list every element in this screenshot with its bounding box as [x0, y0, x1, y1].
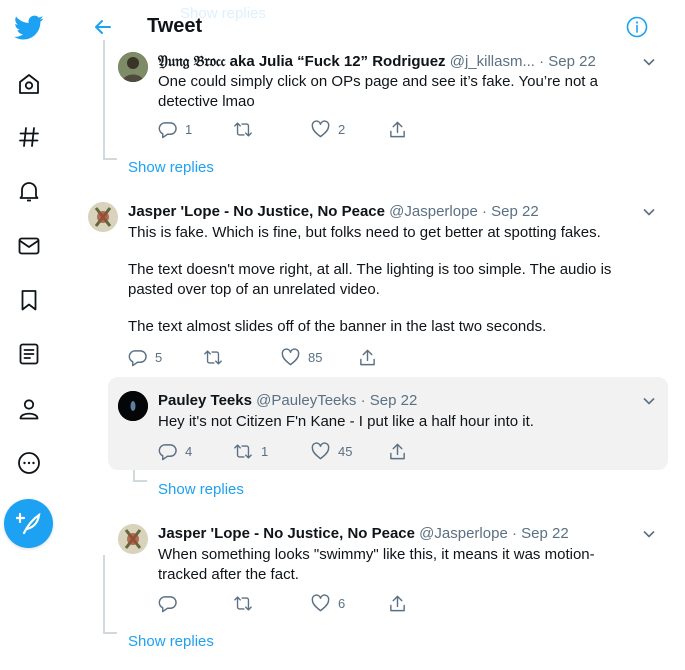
tweet-date[interactable]: · Sep 22 — [361, 392, 418, 409]
retweet-icon — [234, 595, 252, 611]
like-button[interactable]: 6 — [311, 593, 345, 613]
chevron-down-icon[interactable] — [641, 204, 657, 220]
thread-line — [133, 470, 135, 480]
show-replies-link[interactable]: Show replies — [158, 480, 244, 500]
share-button[interactable] — [388, 119, 415, 139]
heart-icon — [311, 119, 330, 137]
author-name[interactable]: Jasper 'Lope - No Justice, No Peace — [128, 203, 385, 220]
tweet[interactable]: Pauley Teeks @PauleyTeeks · Sep 22 Hey i… — [118, 391, 668, 467]
reply-icon — [128, 349, 147, 366]
show-replies-link[interactable]: Show replies — [128, 632, 214, 652]
show-replies-link[interactable]: Show replies — [128, 158, 214, 178]
like-button[interactable]: 2 — [311, 119, 345, 139]
thread-hook — [133, 480, 147, 482]
tweet-text: When something looks "swimmy" like this,… — [158, 546, 595, 583]
share-icon — [390, 443, 405, 459]
retweet-button[interactable] — [233, 593, 261, 613]
share-button[interactable] — [388, 593, 415, 613]
heart-icon — [281, 347, 300, 365]
thread-hook — [103, 158, 117, 160]
compose-tweet-button[interactable] — [4, 499, 53, 548]
share-icon — [360, 349, 375, 365]
more-icon[interactable] — [10, 444, 48, 482]
messages-envelope-icon[interactable] — [10, 227, 48, 265]
like-button[interactable]: 45 — [311, 441, 352, 461]
retweet-button[interactable]: 1 — [233, 441, 268, 461]
share-button[interactable] — [388, 441, 415, 461]
author-handle[interactable]: @j_killasm... — [450, 53, 535, 70]
retweet-button[interactable] — [203, 347, 231, 367]
tweet-date[interactable]: · Sep 22 — [512, 525, 569, 542]
author-handle[interactable]: @PauleyTeeks — [256, 392, 356, 409]
reply-button[interactable]: 1 — [158, 119, 192, 139]
twitter-logo-icon[interactable] — [10, 9, 48, 47]
page-title: Tweet — [147, 15, 203, 37]
tweet-text: This is fake. Which is fine, but folks n… — [128, 224, 612, 335]
retweet-icon — [204, 349, 222, 365]
tweet-text: One could simply click on OPs page and s… — [158, 73, 598, 110]
share-button[interactable] — [358, 347, 385, 367]
chevron-down-icon[interactable] — [641, 526, 657, 542]
reply-icon — [158, 443, 177, 460]
avatar[interactable] — [88, 202, 118, 232]
bookmarks-icon[interactable] — [10, 281, 48, 319]
tweet[interactable]: Jasper 'Lope - No Justice, No Peace @Jas… — [88, 202, 668, 374]
author-handle[interactable]: @Jasperlope — [419, 525, 508, 542]
heart-icon — [311, 593, 330, 611]
profile-icon[interactable] — [10, 390, 48, 428]
thread-line — [103, 555, 105, 632]
reply-icon — [158, 595, 177, 612]
like-button[interactable]: 85 — [281, 347, 322, 367]
thread-hook — [103, 632, 117, 634]
share-icon — [390, 595, 405, 611]
reply-button[interactable]: 4 — [158, 441, 192, 461]
back-arrow-icon[interactable] — [93, 17, 113, 37]
tweet[interactable]: Jasper 'Lope - No Justice, No Peace @Jas… — [118, 524, 668, 620]
explore-hashtag-icon[interactable] — [10, 118, 48, 156]
avatar[interactable] — [118, 524, 148, 554]
lists-icon[interactable] — [10, 335, 48, 373]
info-icon[interactable] — [626, 16, 648, 38]
author-name[interactable]: 𝔜𝔲𝔫𝔤 𝔅𝔯𝔬𝔠𝔠 aka Julia “Fuck 12” Rodriguez — [158, 53, 446, 70]
feather-plus-icon — [15, 512, 40, 534]
chevron-down-icon[interactable] — [641, 54, 657, 70]
tweet[interactable]: 𝔜𝔲𝔫𝔤 𝔅𝔯𝔬𝔠𝔠 aka Julia “Fuck 12” Rodriguez… — [118, 52, 668, 152]
thread-line — [103, 40, 105, 158]
author-handle[interactable]: @Jasperlope — [389, 203, 478, 220]
heart-icon — [311, 441, 330, 459]
chevron-down-icon[interactable] — [641, 393, 657, 409]
avatar[interactable] — [118, 52, 148, 82]
tweet-date[interactable]: · Sep 22 — [482, 203, 539, 220]
retweet-icon — [234, 443, 252, 459]
avatar[interactable] — [118, 391, 148, 421]
reply-button[interactable] — [158, 593, 185, 613]
reply-button[interactable]: 5 — [128, 347, 162, 367]
tweet-date[interactable]: · Sep 22 — [539, 53, 596, 70]
notifications-bell-icon[interactable] — [10, 172, 48, 210]
retweet-icon — [234, 121, 252, 137]
retweet-button[interactable] — [233, 119, 261, 139]
tweet-text: Hey it's not Citizen F'n Kane - I put li… — [158, 413, 534, 430]
author-name[interactable]: Jasper 'Lope - No Justice, No Peace — [158, 525, 415, 542]
share-icon — [390, 121, 405, 137]
home-icon[interactable] — [10, 65, 48, 103]
author-name[interactable]: Pauley Teeks — [158, 392, 252, 409]
reply-icon — [158, 121, 177, 138]
